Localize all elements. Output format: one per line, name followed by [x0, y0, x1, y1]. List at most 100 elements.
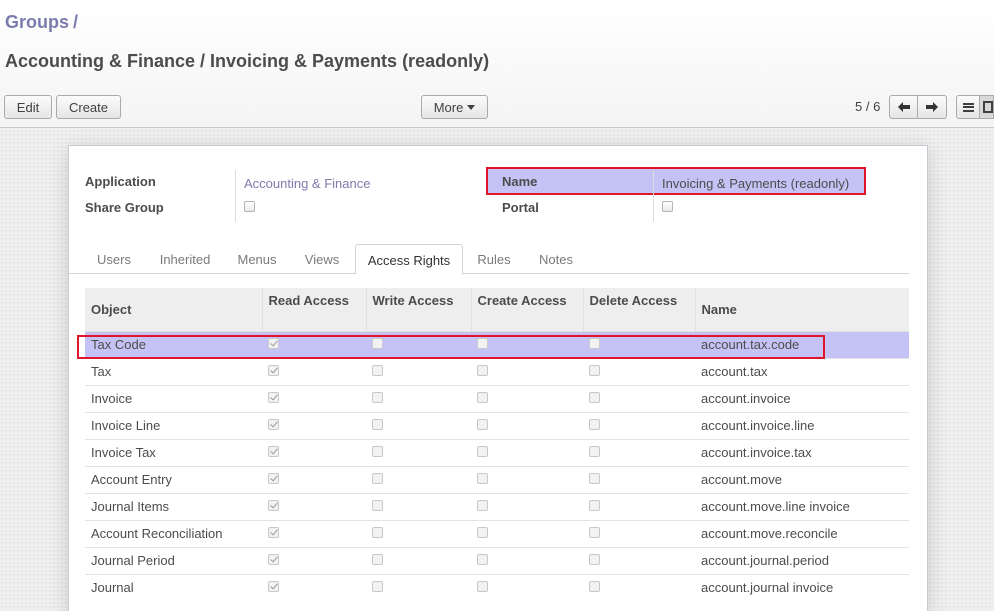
- view-switcher: [956, 95, 994, 119]
- create-access-checkbox[interactable]: [477, 526, 488, 538]
- tab-access-rights[interactable]: Access Rights: [355, 244, 463, 275]
- cell-delete-access: [583, 465, 695, 493]
- share-group-checkbox[interactable]: [244, 201, 255, 212]
- delete-access-checkbox[interactable]: [589, 580, 600, 592]
- table-row[interactable]: Invoice Line account.invoice.line: [85, 411, 909, 439]
- tab-users[interactable]: Users: [85, 244, 143, 274]
- read-access-checkbox[interactable]: [268, 472, 279, 484]
- write-access-checkbox[interactable]: [372, 445, 383, 457]
- delete-access-checkbox[interactable]: [589, 499, 600, 511]
- write-access-checkbox[interactable]: [372, 364, 383, 376]
- page-title: Accounting & Finance / Invoicing & Payme…: [5, 51, 490, 71]
- read-access-checkbox[interactable]: [268, 445, 279, 457]
- read-access-checkbox[interactable]: [268, 580, 279, 592]
- read-access-checkbox[interactable]: [268, 553, 279, 565]
- write-access-checkbox[interactable]: [372, 499, 383, 511]
- column-header-delete-access[interactable]: Delete Access: [582, 288, 695, 331]
- edit-button[interactable]: Edit: [4, 95, 52, 119]
- read-access-checkbox[interactable]: [268, 418, 279, 430]
- tab-views[interactable]: Views: [295, 244, 349, 274]
- cell-read-access: [262, 438, 366, 466]
- cell-object: Invoice Line: [85, 411, 262, 439]
- table-row[interactable]: Tax account.tax: [85, 357, 909, 385]
- write-access-checkbox[interactable]: [372, 391, 383, 403]
- create-access-checkbox[interactable]: [477, 580, 488, 592]
- create-access-checkbox[interactable]: [477, 553, 488, 565]
- write-access-checkbox[interactable]: [372, 526, 383, 538]
- column-header-name[interactable]: Name: [694, 288, 909, 331]
- write-access-checkbox[interactable]: [372, 580, 383, 592]
- write-access-checkbox[interactable]: [372, 418, 383, 430]
- name-value: Invoicing & Payments (readonly): [662, 176, 850, 191]
- create-access-checkbox[interactable]: [477, 472, 488, 484]
- create-access-checkbox[interactable]: [477, 391, 488, 403]
- delete-access-checkbox[interactable]: [589, 472, 600, 484]
- cell-create-access: [471, 411, 583, 439]
- column-header-create-access[interactable]: Create Access: [470, 288, 583, 331]
- cell-name: account.move: [695, 465, 909, 493]
- delete-access-checkbox[interactable]: [589, 526, 600, 538]
- read-access-checkbox[interactable]: [268, 364, 279, 376]
- delete-access-checkbox[interactable]: [589, 445, 600, 457]
- cell-name: account.invoice.tax: [695, 438, 909, 466]
- delete-access-checkbox[interactable]: [589, 337, 600, 349]
- create-access-checkbox[interactable]: [477, 445, 488, 457]
- cell-delete-access: [583, 492, 695, 520]
- list-view-button[interactable]: [956, 95, 980, 119]
- write-access-checkbox[interactable]: [372, 553, 383, 565]
- cell-read-access: [262, 384, 366, 412]
- table-row[interactable]: Journal Period account.journal.period: [85, 546, 909, 574]
- delete-access-checkbox[interactable]: [589, 364, 600, 376]
- create-access-checkbox[interactable]: [477, 337, 488, 349]
- application-value[interactable]: Accounting & Finance: [244, 176, 370, 191]
- table-row[interactable]: Tax Code account.tax.code: [85, 330, 909, 358]
- create-access-checkbox[interactable]: [477, 364, 488, 376]
- table-row[interactable]: Account Reconciliation account.move.recon…: [85, 519, 909, 547]
- read-access-checkbox[interactable]: [268, 526, 279, 538]
- cell-write-access: [366, 519, 471, 547]
- cell-delete-access: [583, 573, 695, 601]
- cell-delete-access: [583, 411, 695, 439]
- delete-access-checkbox[interactable]: [589, 553, 600, 565]
- table-row[interactable]: Invoice Tax account.invoice.tax: [85, 438, 909, 466]
- cell-name: account.tax.code: [695, 330, 909, 358]
- table-row[interactable]: Journal Items account.move.line invoice: [85, 492, 909, 520]
- pager-buttons: [889, 95, 947, 119]
- read-access-checkbox[interactable]: [268, 499, 279, 511]
- delete-access-checkbox[interactable]: [589, 391, 600, 403]
- cell-write-access: [366, 573, 471, 601]
- write-access-checkbox[interactable]: [372, 337, 383, 349]
- create-access-checkbox[interactable]: [477, 418, 488, 430]
- more-label: More: [433, 99, 464, 115]
- next-record-button[interactable]: [918, 95, 947, 119]
- column-header-read-access[interactable]: Read Access: [261, 288, 366, 331]
- tab-menus[interactable]: Menus: [227, 244, 287, 274]
- portal-checkbox[interactable]: [662, 201, 673, 212]
- more-dropdown-button[interactable]: More: [421, 95, 488, 119]
- cell-delete-access: [583, 384, 695, 412]
- column-header-write-access[interactable]: Write Access: [365, 288, 471, 331]
- table-row[interactable]: Journal account.journal invoice: [85, 573, 909, 601]
- write-access-checkbox[interactable]: [372, 472, 383, 484]
- tab-notes[interactable]: Notes: [529, 244, 583, 274]
- read-access-checkbox[interactable]: [268, 337, 279, 349]
- caret-down-icon: [467, 104, 476, 110]
- read-access-checkbox[interactable]: [268, 391, 279, 403]
- tab-rules[interactable]: Rules: [469, 244, 519, 274]
- cell-write-access: [366, 411, 471, 439]
- cell-write-access: [366, 357, 471, 385]
- tab-inherited[interactable]: Inherited: [151, 244, 219, 274]
- delete-access-checkbox[interactable]: [589, 418, 600, 430]
- cell-create-access: [471, 465, 583, 493]
- application-label: Application: [85, 174, 156, 189]
- form-view-button[interactable]: [980, 95, 994, 119]
- create-access-checkbox[interactable]: [477, 499, 488, 511]
- name-label: Name: [502, 174, 538, 189]
- breadcrumb-groups-link[interactable]: Groups: [5, 12, 69, 32]
- table-row[interactable]: Invoice account.invoice: [85, 384, 909, 412]
- column-header-object[interactable]: Object: [85, 288, 262, 331]
- table-row[interactable]: Account Entry account.move: [85, 465, 909, 493]
- previous-record-button[interactable]: [889, 95, 918, 119]
- cell-read-access: [262, 465, 366, 493]
- create-button[interactable]: Create: [56, 95, 121, 119]
